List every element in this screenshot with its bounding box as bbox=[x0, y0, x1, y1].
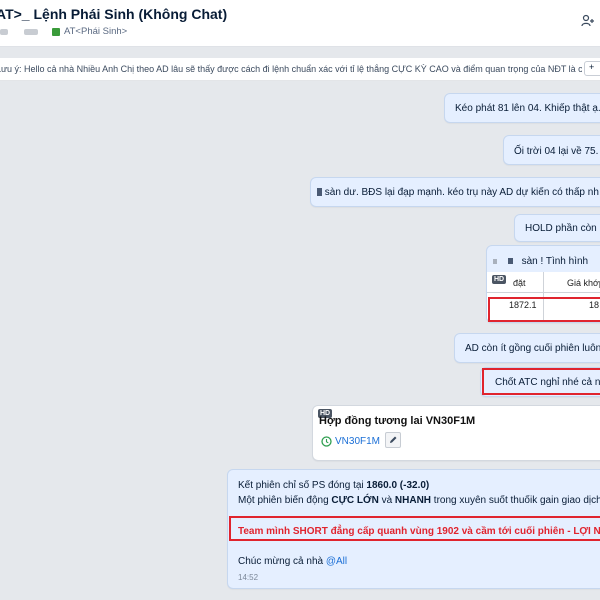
clock-icon bbox=[321, 436, 332, 447]
pencil-icon bbox=[390, 436, 397, 443]
highlight-box bbox=[229, 516, 600, 541]
summary-bold: CỰC LỚN bbox=[331, 495, 379, 506]
pinned-message-bar[interactable]: Lưu ý: Hello cả nhà Nhiều Anh Chị theo A… bbox=[0, 58, 600, 81]
edit-button[interactable] bbox=[385, 432, 401, 448]
blurred-text bbox=[0, 29, 8, 35]
summary-congrats: Chúc mừng cả nhà @All bbox=[238, 556, 347, 567]
summary-bold: NHANH bbox=[394, 495, 432, 506]
message-time: 14:52 bbox=[238, 573, 259, 582]
card-title: Hợp đồng tương lai VN30F1M bbox=[319, 415, 476, 427]
message-text: sàn ! Tình hình bbox=[521, 256, 589, 267]
contract-card[interactable]: HD Hợp đồng tương lai VN30F1M VN30F1M bbox=[312, 405, 600, 461]
hd-badge: HD bbox=[492, 275, 507, 284]
message-text: sàn dư. BĐS lại đạp mạnh. kéo trụ này AD… bbox=[324, 187, 599, 198]
summary-text: và bbox=[378, 495, 395, 506]
chat-title: AT>_ Lệnh Phái Sinh (Không Chat) bbox=[0, 6, 228, 22]
add-member-icon[interactable] bbox=[581, 14, 595, 28]
message-text: AD còn ít gồng cuối phiên luôn bbox=[465, 343, 600, 354]
highlight-box bbox=[482, 368, 600, 395]
message-line: sàn dư. BĐS lại đạp mạnh. kéo trụ này AD… bbox=[317, 187, 599, 198]
message-text: Ối trời 04 lại về 75. C bbox=[514, 146, 600, 157]
message-line: sàn ! Tình hình bbox=[493, 256, 588, 267]
summary-text: Kết phiên chỉ số PS đóng tại bbox=[238, 480, 367, 491]
highlight-box bbox=[488, 297, 600, 322]
message-text: Kéo phát 81 lên 04. Khiếp thật ạ. H bbox=[455, 103, 600, 114]
summary-value: 1860.0 (-32.0) bbox=[366, 480, 430, 491]
group-tag[interactable]: AT<Phái Sinh> bbox=[64, 26, 127, 37]
message-bubble[interactable]: sàn dư. BĐS lại đạp mạnh. kéo trụ này AD… bbox=[310, 177, 600, 207]
blurred-text bbox=[24, 29, 38, 35]
pinned-expand-button[interactable]: + bbox=[584, 61, 600, 76]
summary-text: trong xuyên suốt thuốik gain giao dịch bbox=[431, 495, 600, 506]
message-bubble[interactable]: Ối trời 04 lại về 75. C bbox=[503, 135, 600, 165]
summary-line-2: Một phiên biến động CỰC LỚN và NHANH tro… bbox=[238, 495, 600, 506]
summary-text: Một phiên biến động bbox=[238, 495, 332, 506]
tag-icon bbox=[52, 28, 60, 36]
blurred-text bbox=[317, 188, 322, 197]
message-bubble[interactable]: Kéo phát 81 lên 04. Khiếp thật ạ. H bbox=[444, 93, 600, 123]
message-bubble[interactable]: AD còn ít gồng cuối phiên luôn bbox=[454, 333, 600, 363]
table-header: Giá khớp bbox=[567, 278, 600, 288]
message-bubble[interactable]: HOLD phần còn l bbox=[514, 214, 600, 242]
mention-link[interactable]: @All bbox=[326, 556, 347, 567]
summary-line-1: Kết phiên chỉ số PS đóng tại 1860.0 (-32… bbox=[238, 480, 429, 491]
table-header: đặt bbox=[513, 278, 526, 288]
card-symbol-link[interactable]: VN30F1M bbox=[335, 436, 380, 447]
message-text: HOLD phần còn l bbox=[525, 223, 600, 234]
blurred-text bbox=[507, 258, 513, 265]
summary-text: Chúc mừng cả nhà bbox=[238, 556, 326, 567]
chat-window: AT>_ Lệnh Phái Sinh (Không Chat) AT<Phái… bbox=[0, 0, 600, 600]
blurred-text bbox=[493, 258, 497, 264]
chat-header: AT>_ Lệnh Phái Sinh (Không Chat) AT<Phái… bbox=[0, 0, 600, 47]
pinned-message-text: Lưu ý: Hello cả nhà Nhiều Anh Chị theo A… bbox=[0, 64, 582, 74]
